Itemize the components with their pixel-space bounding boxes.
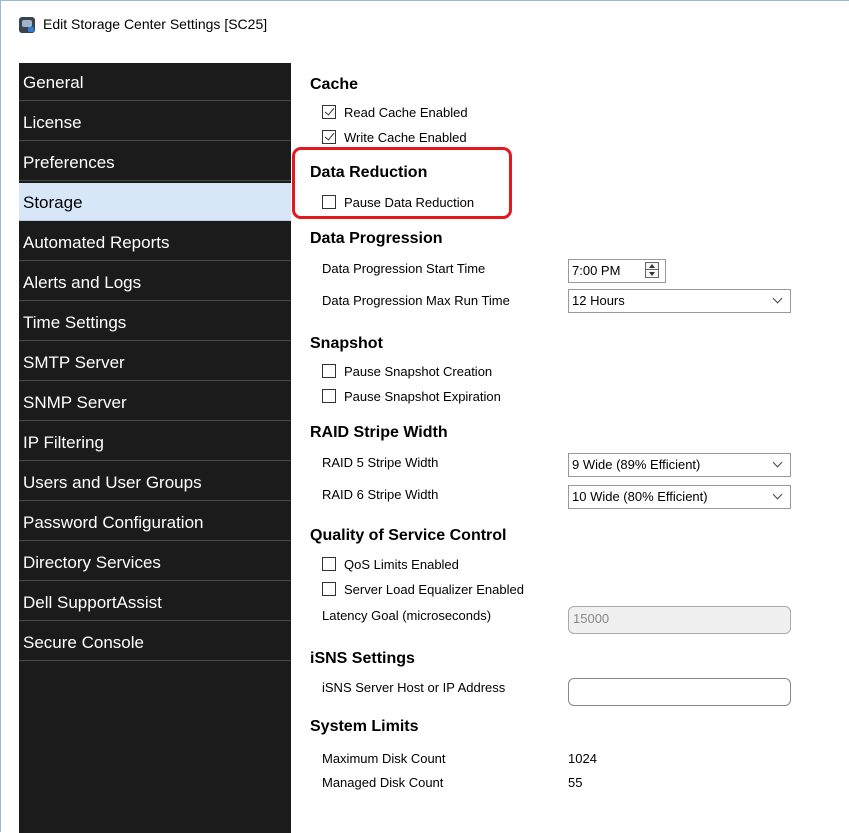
data-progression-section-title: Data Progression <box>310 230 443 247</box>
isns-section-title: iSNS Settings <box>310 650 415 667</box>
dp-start-time-label: Data Progression Start Time <box>322 261 486 276</box>
settings-sidebar: General License Preferences Storage Auto… <box>19 63 291 833</box>
read-cache-label: Read Cache Enabled <box>344 105 468 120</box>
write-cache-checkbox[interactable] <box>322 130 336 144</box>
data-reduction-section-title: Data Reduction <box>310 164 428 181</box>
isns-host-label: iSNS Server Host or IP Address <box>322 680 506 695</box>
dp-max-run-time-value: 12 Hours <box>572 293 625 308</box>
window-frame: Edit Storage Center Settings [SC25] Gene… <box>0 0 849 833</box>
snapshot-section-title: Snapshot <box>310 335 383 352</box>
storage-manager-icon <box>19 17 35 33</box>
managed-disk-count-label: Managed Disk Count <box>322 775 444 790</box>
chevron-down-icon <box>774 459 782 467</box>
write-cache-label: Write Cache Enabled <box>344 130 467 145</box>
chevron-down-icon <box>774 491 782 499</box>
dp-start-time-value: 7:00 PM <box>572 263 621 278</box>
sidebar-item-users-and-user-groups[interactable]: Users and User Groups <box>19 463 291 501</box>
server-load-equalizer-label: Server Load Equalizer Enabled <box>344 582 524 597</box>
sidebar-item-general[interactable]: General <box>19 63 291 101</box>
sidebar-item-alerts-and-logs[interactable]: Alerts and Logs <box>19 263 291 301</box>
storage-settings-panel: Cache Read Cache Enabled Write Cache Ena… <box>291 63 849 833</box>
cache-section-title: Cache <box>310 76 359 93</box>
raid-section-title: RAID Stripe Width <box>310 424 448 441</box>
server-load-equalizer-checkbox[interactable] <box>322 582 336 596</box>
sidebar-item-preferences[interactable]: Preferences <box>19 143 291 181</box>
latency-goal-input: 15000 <box>568 606 791 634</box>
pause-data-reduction-checkbox[interactable] <box>322 195 336 209</box>
max-disk-count-value: 1024 <box>568 751 597 766</box>
qos-limits-label: QoS Limits Enabled <box>344 557 459 572</box>
sidebar-item-password-configuration[interactable]: Password Configuration <box>19 503 291 541</box>
raid6-stripe-width-value: 10 Wide (80% Efficient) <box>572 489 708 504</box>
sidebar-item-time-settings[interactable]: Time Settings <box>19 303 291 341</box>
time-spinner-icon[interactable] <box>645 262 659 278</box>
raid5-stripe-width-value: 9 Wide (89% Efficient) <box>572 457 701 472</box>
dp-start-time-input[interactable]: 7:00 PM <box>568 259 666 283</box>
raid5-stripe-width-label: RAID 5 Stripe Width <box>322 455 439 470</box>
max-disk-count-label: Maximum Disk Count <box>322 751 446 766</box>
sidebar-item-dell-supportassist[interactable]: Dell SupportAssist <box>19 583 291 621</box>
raid5-stripe-width-select[interactable]: 9 Wide (89% Efficient) <box>568 453 791 477</box>
read-cache-checkbox[interactable] <box>322 105 336 119</box>
raid6-stripe-width-select[interactable]: 10 Wide (80% Efficient) <box>568 485 791 509</box>
sidebar-item-smtp-server[interactable]: SMTP Server <box>19 343 291 381</box>
managed-disk-count-value: 55 <box>568 775 583 790</box>
chevron-down-icon <box>774 295 782 303</box>
pause-snapshot-expiration-label: Pause Snapshot Expiration <box>344 389 501 404</box>
pause-snapshot-creation-checkbox[interactable] <box>322 364 336 378</box>
sidebar-item-ip-filtering[interactable]: IP Filtering <box>19 423 291 461</box>
sidebar-item-automated-reports[interactable]: Automated Reports <box>19 223 291 261</box>
sidebar-item-license[interactable]: License <box>19 103 291 141</box>
system-limits-section-title: System Limits <box>310 718 419 735</box>
pause-snapshot-expiration-checkbox[interactable] <box>322 389 336 403</box>
window-title: Edit Storage Center Settings [SC25] <box>43 16 268 32</box>
sidebar-item-secure-console[interactable]: Secure Console <box>19 623 291 661</box>
sidebar-item-snmp-server[interactable]: SNMP Server <box>19 383 291 421</box>
raid6-stripe-width-label: RAID 6 Stripe Width <box>322 487 439 502</box>
qos-section-title: Quality of Service Control <box>310 527 507 544</box>
pause-snapshot-creation-label: Pause Snapshot Creation <box>344 364 493 379</box>
dp-max-run-time-label: Data Progression Max Run Time <box>322 293 510 308</box>
isns-host-input[interactable] <box>568 678 791 706</box>
title-bar: Edit Storage Center Settings [SC25] <box>1 1 849 47</box>
latency-goal-label: Latency Goal (microseconds) <box>322 608 492 623</box>
sidebar-item-storage[interactable]: Storage <box>19 183 291 221</box>
sidebar-item-directory-services[interactable]: Directory Services <box>19 543 291 581</box>
qos-limits-checkbox[interactable] <box>322 557 336 571</box>
dp-max-run-time-select[interactable]: 12 Hours <box>568 289 791 313</box>
pause-data-reduction-label: Pause Data Reduction <box>344 195 475 210</box>
